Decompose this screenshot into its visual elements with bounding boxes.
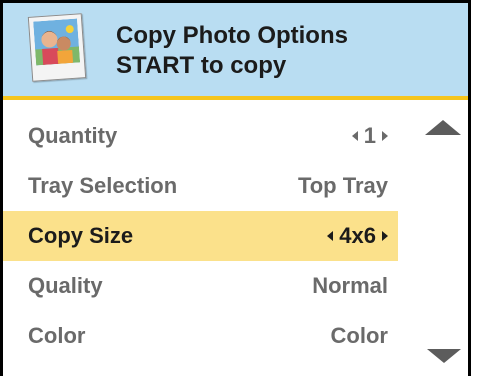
menu-item-quantity[interactable]: Quantity 1 [3, 111, 398, 161]
menu-item-label: Quality [28, 273, 103, 298]
header-bar: Copy Photo Options START to copy [3, 3, 468, 100]
menu-item-value: 1 [351, 123, 388, 149]
header-subtitle: START to copy [116, 52, 287, 79]
menu-item-tray-selection[interactable]: Tray Selection Top Tray [3, 161, 398, 211]
triangle-up-icon[interactable] [425, 120, 461, 135]
menu-item-label: Color [28, 323, 86, 348]
menu-item-value: Top Tray [298, 173, 388, 199]
triangle-down-icon[interactable] [427, 349, 461, 363]
arrow-right-icon[interactable] [382, 231, 388, 241]
arrow-left-icon[interactable] [351, 131, 358, 141]
header-title: Copy Photo Options [116, 22, 348, 49]
menu-item-value: Normal [312, 273, 388, 299]
menu-item-color[interactable]: Color Color [3, 311, 398, 361]
photo-icon [27, 13, 87, 82]
menu-item-quality[interactable]: Quality Normal [3, 261, 398, 311]
quantity-value: 1 [363, 123, 376, 148]
menu-item-label: Tray Selection [28, 173, 178, 198]
header-text: Copy Photo Options START to copy [116, 21, 348, 81]
copy-options-panel: Copy Photo Options START to copy Quantit… [0, 0, 471, 376]
menu-item-copy-size[interactable]: Copy Size 4x6 [3, 211, 398, 261]
arrow-left-icon[interactable] [327, 231, 334, 241]
menu-item-label: Copy Size [28, 223, 134, 248]
copy-size-value: 4x6 [339, 223, 376, 248]
menu-item-value: Color [331, 323, 388, 349]
menu-item-value: 4x6 [327, 223, 388, 249]
options-menu: Quantity 1 Tray Selection Top Tray Copy … [3, 111, 398, 361]
quality-value: Normal [312, 273, 388, 298]
color-value: Color [330, 323, 388, 348]
arrow-right-icon[interactable] [382, 131, 388, 141]
menu-item-label: Quantity [28, 123, 118, 148]
photo-thumbnail [33, 18, 81, 66]
tray-value: Top Tray [297, 173, 388, 198]
